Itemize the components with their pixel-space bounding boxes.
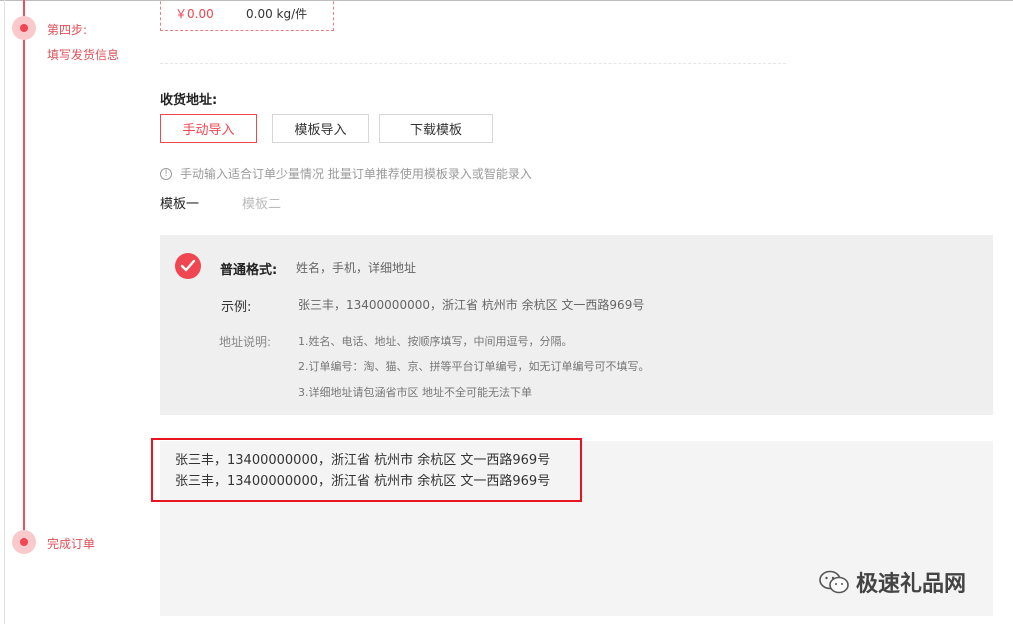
step-4-dot-icon	[12, 16, 36, 40]
template-import-button[interactable]: 模板导入	[272, 114, 369, 143]
example-label: 示例:	[221, 300, 252, 315]
check-circle-icon	[175, 253, 201, 279]
step-done-label: 完成订单	[47, 537, 96, 551]
watermark-text: 极速礼品网	[856, 572, 967, 597]
note-line: 1.姓名、电话、地址、按顺序填写，中间用逗号，分隔。	[298, 335, 573, 348]
progress-timeline	[23, 0, 25, 544]
watermark: 极速礼品网	[818, 566, 966, 598]
wechat-icon	[818, 569, 850, 595]
note-line: 3.详细地址请包涵省市区 地址不全可能无法下单	[298, 386, 532, 399]
section-separator	[160, 63, 786, 64]
address-section-title: 收货地址:	[160, 93, 218, 108]
price-value: ￥0.00	[175, 7, 214, 21]
step-4-title: 第四步:	[47, 23, 88, 37]
weight-value: 0.00 kg/件	[246, 7, 308, 21]
tab-template-two[interactable]: 模板二	[242, 193, 281, 212]
step-done-dot-icon	[12, 530, 36, 554]
import-tip-text: 手动输入适合订单少量情况 批量订单推荐使用模板录入或智能录入	[180, 167, 532, 181]
tab-template-one[interactable]: 模板一	[160, 193, 199, 212]
download-template-button[interactable]: 下载模板	[379, 114, 493, 143]
format-label: 普通格式:	[220, 263, 278, 278]
top-divider	[0, 0, 1013, 1]
note-line: 2.订单编号：淘、猫、京、拼等平台订单编号，如无订单编号可不填写。	[298, 360, 650, 373]
left-divider	[4, 0, 5, 624]
import-tip: ! 手动输入适合订单少量情况 批量订单推荐使用模板录入或智能录入	[160, 165, 532, 182]
format-description-panel	[160, 235, 993, 415]
example-value: 张三丰，13400000000，浙江省 杭州市 余杭区 文一西路969号	[298, 298, 645, 312]
step-4-subtitle: 填写发货信息	[47, 48, 120, 62]
highlight-annotation-box	[151, 438, 582, 502]
notes-label: 地址说明:	[219, 335, 272, 349]
format-value: 姓名，手机，详细地址	[296, 261, 417, 275]
info-icon: !	[160, 167, 172, 180]
manual-import-button[interactable]: 手动导入	[160, 114, 257, 143]
